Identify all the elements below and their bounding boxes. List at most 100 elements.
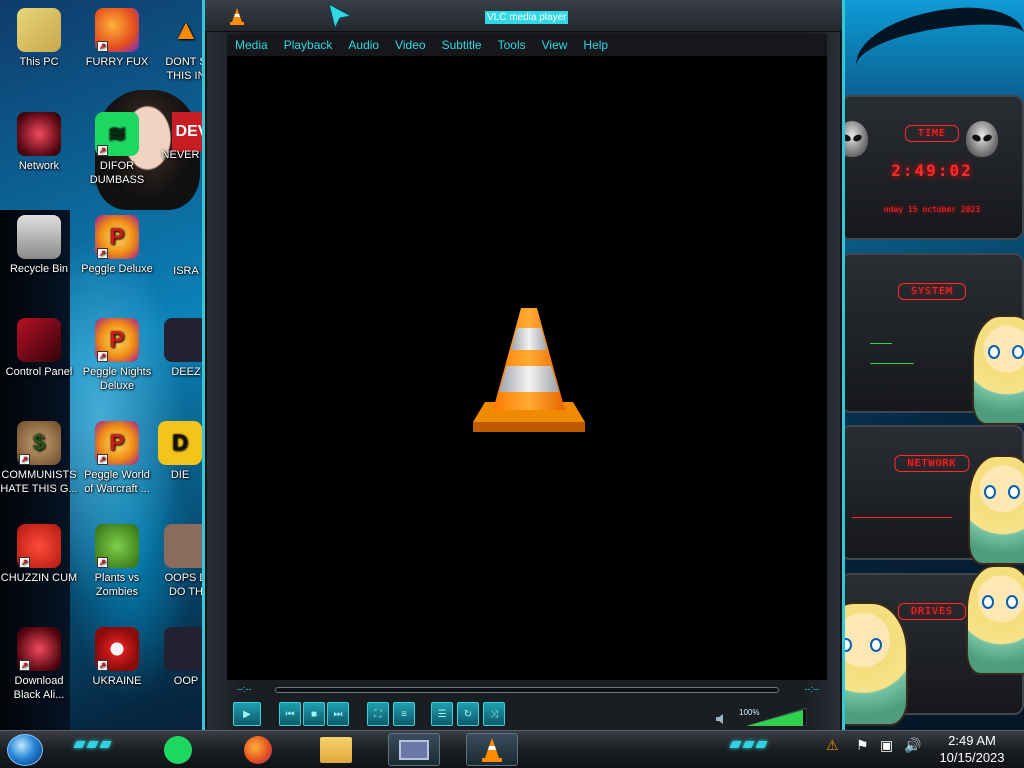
desktop-icon-label: Download Black Ali... [13, 675, 65, 701]
alien-icon: ↗ [17, 627, 61, 671]
tray-vlc-icon[interactable]: ⚠ [826, 737, 839, 754]
desktop-icon-label: This PC [19, 56, 59, 68]
window-icon [399, 739, 429, 760]
desktop-icon-label: UKRAINE [92, 675, 142, 687]
spotify-icon [164, 735, 192, 764]
vlc-window[interactable]: VLC media player Media Playback Audio Vi… [202, 0, 845, 732]
next-button[interactable]: ⏭ [327, 702, 349, 726]
desktop-icon-plants-vs-zombies[interactable]: ↗ Plants vs Zombies [78, 524, 156, 599]
spotify-icon: ≋ ↗ [95, 112, 139, 156]
menu-view[interactable]: View [534, 38, 576, 52]
previous-button[interactable]: ⏮ [279, 702, 301, 726]
window-title: VLC media player [485, 11, 569, 24]
alien-icon [966, 121, 998, 157]
play-button[interactable]: ▶ [233, 702, 261, 726]
stop-button[interactable]: ■ [303, 702, 325, 726]
desktop-icon-label: Peggle Nights Deluxe [82, 366, 152, 392]
seek-bar-area: --:-- --:-- [227, 682, 827, 698]
loop-button[interactable]: ↻ [457, 702, 479, 726]
desktop-icon-label: Recycle Bin [9, 263, 69, 275]
extended-settings-button[interactable]: ≡ [393, 702, 415, 726]
menu-audio[interactable]: Audio [340, 38, 387, 52]
cartoon-character [968, 455, 1024, 565]
menu-video[interactable]: Video [387, 38, 433, 52]
video-area[interactable] [227, 56, 827, 680]
desktop-icon-peggle-nights[interactable]: P ↗ Peggle Nights Deluxe [78, 318, 156, 393]
clock-time: 2:49 AM [948, 733, 996, 748]
desktop-icon-peggle-deluxe[interactable]: P ↗ Peggle Deluxe [78, 215, 156, 276]
desktop-icon-label: Control Panel [5, 366, 73, 378]
desktop-icon-chuzzin[interactable]: ↗ CHUZZIN CUM [0, 524, 78, 585]
this-pc-icon [17, 8, 61, 52]
time-panel: TIME 2:49:02 nday 15 october 2023 [836, 95, 1024, 240]
network-icon [17, 112, 61, 156]
drives-header: DRIVES [897, 603, 967, 620]
taskbar-app-spotify[interactable] [152, 733, 204, 766]
speaker-icon[interactable] [715, 712, 729, 726]
radiation-icon: ↗ [95, 627, 139, 671]
taskbar-app-vlc[interactable] [466, 733, 518, 766]
playback-controls: ▶ ⏮ ■ ⏭ ⛶ ≡ ☰ ↻ ⤨ 100% [227, 700, 827, 728]
action-center-flag-icon[interactable]: ⚑ [856, 737, 869, 754]
system-clock[interactable]: 2:49 AM 10/15/2023 [926, 731, 1018, 768]
time-header: TIME [904, 125, 960, 142]
title-bar[interactable]: VLC media player [205, 0, 842, 32]
desktop-icon-die[interactable]: D DIE [150, 421, 210, 482]
desktop-icon-ukraine[interactable]: ↗ UKRAINE [78, 627, 156, 688]
desktop-icon-download-black-ali[interactable]: ↗ Download Black Ali... [0, 627, 78, 702]
fullscreen-button[interactable]: ⛶ [367, 702, 389, 726]
cartoon-character [966, 565, 1024, 675]
file-icon: D [158, 421, 202, 465]
desktop-icon-label: Peggle World of Warcraft ... [84, 469, 150, 495]
desktop-icon-label: Peggle Deluxe [81, 263, 153, 275]
cursor-arrow-icon [328, 3, 353, 30]
taskbar-decoration [70, 741, 114, 753]
menu-subtitle[interactable]: Subtitle [434, 38, 490, 52]
desktop-icon-label: DIE [170, 469, 190, 481]
peggle-icon: P ↗ [95, 421, 139, 465]
desktop-icon-network[interactable]: Network [0, 112, 78, 173]
volume-icon[interactable]: 🔊 [904, 737, 921, 754]
date-readout: nday 15 october 2023 [883, 205, 981, 214]
clock-date: 10/15/2023 [939, 750, 1005, 765]
menu-help[interactable]: Help [575, 38, 616, 52]
taskbar-app-file-explorer[interactable] [310, 733, 362, 766]
volume-slider[interactable] [747, 708, 807, 726]
desktop-icon-communists[interactable]: $ ↗ COMMUNISTS HATE THIS G... [0, 421, 78, 496]
desktop-icon-this-pc[interactable]: This PC [0, 8, 78, 69]
desktop-icon-label: Plants vs Zombies [94, 572, 140, 598]
taskbar-app-firefox[interactable] [232, 733, 284, 766]
control-panel-icon [17, 318, 61, 362]
seek-slider[interactable] [275, 687, 779, 693]
system-header: SYSTEM [897, 283, 967, 300]
total-time: --:-- [804, 684, 820, 694]
desktop-icon-label: FURRY FUX [85, 56, 149, 68]
desktop-icon-furry-fux[interactable]: ↗ FURRY FUX [78, 8, 156, 69]
file-explorer-icon [320, 736, 352, 763]
taskbar: ⚠ ⚑ ▣ 🔊 2:49 AM 10/15/2023 [0, 730, 1024, 768]
peggle-icon: P ↗ [95, 215, 139, 259]
money-bag-icon: $ ↗ [17, 421, 61, 465]
wallpaper-right-art [835, 0, 1024, 100]
cartoon-character [972, 315, 1024, 425]
vlc-cone-logo [473, 308, 585, 432]
taskbar-app-window[interactable] [388, 733, 440, 766]
desktop-icon-control-panel[interactable]: Control Panel [0, 318, 78, 379]
menu-playback[interactable]: Playback [276, 38, 341, 52]
shuffle-button[interactable]: ⤨ [483, 702, 505, 726]
desktop-icon-label: DIFOR DUMBASS [89, 160, 145, 186]
menu-tools[interactable]: Tools [490, 38, 534, 52]
recycle-bin-icon [17, 215, 61, 259]
menu-media[interactable]: Media [227, 38, 276, 52]
peggle-icon: P ↗ [95, 318, 139, 362]
plant-icon: ↗ [95, 524, 139, 568]
desktop-icon-peggle-wow[interactable]: P ↗ Peggle World of Warcraft ... [78, 421, 156, 496]
playlist-button[interactable]: ☰ [431, 702, 453, 726]
vlc-icon [230, 8, 244, 25]
network-icon[interactable]: ▣ [880, 737, 893, 754]
firefox-icon: ↗ [95, 8, 139, 52]
desktop-icon-difor-dumbass[interactable]: ≋ ↗ DIFOR DUMBASS [78, 112, 156, 187]
start-button[interactable] [7, 734, 43, 766]
desktop-icon-recycle-bin[interactable]: Recycle Bin [0, 215, 78, 276]
desktop-icon-label: CHUZZIN CUM [0, 572, 78, 584]
